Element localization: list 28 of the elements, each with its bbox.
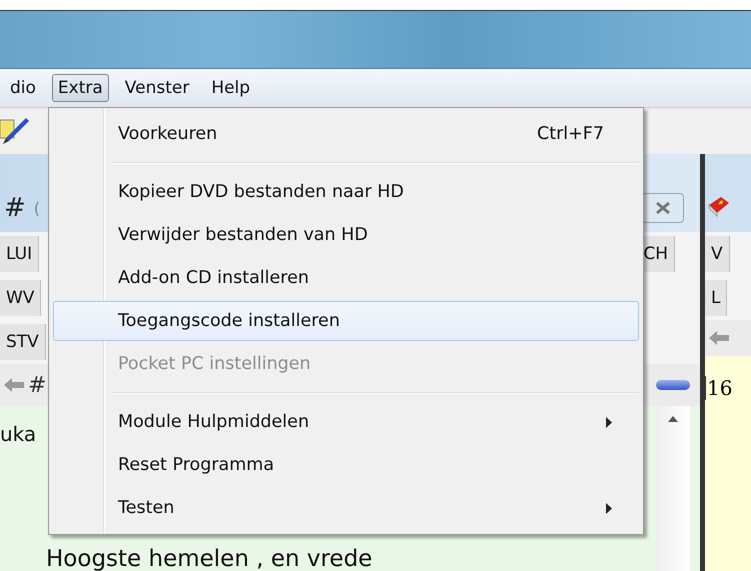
verse-number: 16 [705,376,732,400]
menu-bar-item[interactable]: Help [205,74,256,102]
menu-item[interactable]: Toegangscode installeren [53,301,639,341]
menu-item[interactable]: Module Hulpmiddelen [53,402,639,442]
panel-symbol: # [4,193,26,223]
tab[interactable]: L [705,280,728,316]
scroll-up-arrow-icon[interactable] [668,416,678,422]
slider-thumb[interactable] [656,380,690,390]
verse-text: Hoogste hemelen , en vrede [45,546,374,571]
menu-bar-item[interactable]: Venster [118,74,196,102]
menu-item[interactable]: Verwijder bestanden van HD [53,215,639,255]
scrollbar[interactable] [656,406,690,571]
close-button[interactable] [642,193,684,223]
panel-title: ( [34,198,40,218]
tab[interactable]: LUI [0,236,40,272]
shortcut-text: Ctrl+F7 [536,124,604,144]
tab[interactable]: STV [0,324,46,360]
menu-bar-item[interactable]: dio [4,74,42,102]
menu-item[interactable]: Kopieer DVD bestanden naar HD [53,172,639,212]
verse-text: uka [0,422,36,446]
tab[interactable]: V [705,236,730,272]
menu-bar-item[interactable]: Extra [52,74,109,102]
tab[interactable]: WV [0,280,42,316]
menu-item[interactable]: Reset Programma [53,445,639,485]
menu-item[interactable]: Add-on CD installeren [53,258,639,298]
verse-symbol: # [28,372,46,398]
menu-item[interactable]: Testen [53,488,639,528]
menu-item[interactable]: Voorkeuren Ctrl+F7 [53,114,639,154]
